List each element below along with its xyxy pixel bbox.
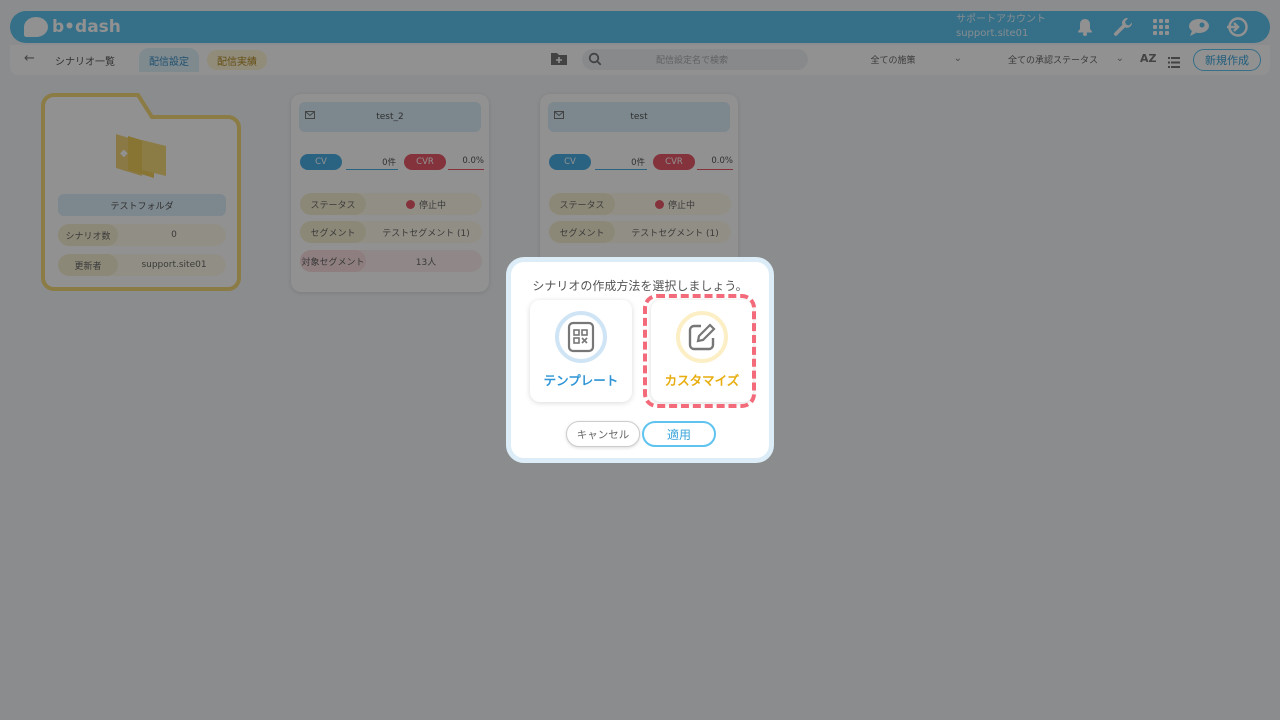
customize-option[interactable]: カスタマイズ [651,300,753,402]
create-method-modal: シナリオの作成方法を選択しましょう。 テンプレート カスタマイズ キャンセル 適… [506,257,774,463]
edit-pencil-icon [676,311,728,363]
template-option[interactable]: テンプレート [530,300,632,402]
apply-button[interactable]: 適用 [642,421,716,447]
customize-option-label: カスタマイズ [664,373,740,388]
template-grid-icon [555,311,607,363]
cancel-button[interactable]: キャンセル [566,421,640,447]
modal-title: シナリオの作成方法を選択しましょう。 [532,279,748,293]
template-option-label: テンプレート [543,373,619,388]
